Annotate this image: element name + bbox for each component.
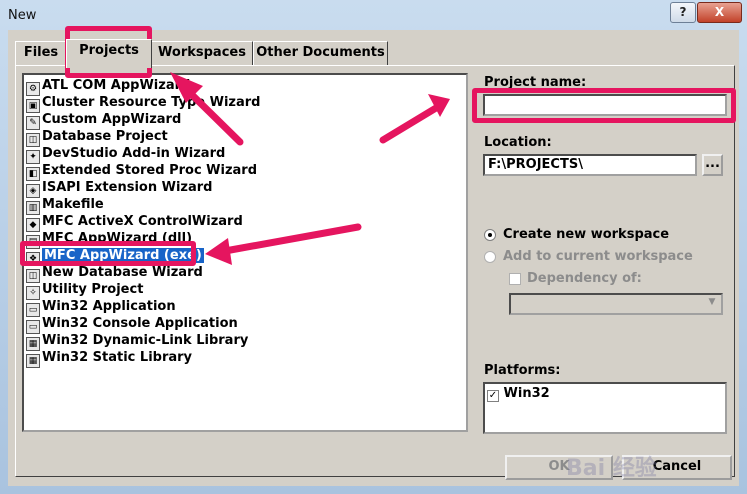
create-workspace-radio[interactable]	[484, 229, 496, 241]
dependency-select[interactable]: ▼	[509, 293, 723, 315]
browse-button[interactable]: ...	[702, 154, 723, 176]
list-item[interactable]: ◆ MFC ActiveX ControlWizard	[26, 213, 243, 232]
create-workspace-label: Create new workspace	[503, 227, 670, 242]
chevron-down-icon: ▼	[708, 297, 716, 307]
window-title: New	[8, 8, 37, 23]
list-item-label: Utility Project	[42, 282, 144, 297]
list-item-label: New Database Wizard	[42, 265, 203, 280]
list-item[interactable]: ▥ Makefile	[26, 196, 104, 215]
dependency-label: Dependency of:	[527, 271, 642, 286]
list-item-label: Win32 Static Library	[42, 350, 193, 365]
location-input[interactable]: F:\PROJECTS\	[483, 154, 697, 176]
project-name-highlight	[472, 88, 736, 123]
project-type-icon: ▦	[26, 354, 40, 368]
list-item[interactable]: ✎ Custom AppWizard	[26, 111, 182, 130]
list-item-label: ATL COM AppWizard	[42, 78, 191, 93]
list-item-label: DevStudio Add-in Wizard	[42, 146, 226, 161]
list-item[interactable]: ▭ Win32 Application	[26, 298, 176, 317]
list-item[interactable]: ▦ Win32 Dynamic-Link Library	[26, 332, 249, 351]
tab-projects[interactable]: Projects	[66, 39, 152, 68]
platforms-list[interactable]: ✓ Win32	[483, 382, 727, 434]
platforms-label: Platforms:	[484, 363, 561, 378]
list-item[interactable]: ▣ Cluster Resource Type Wizard	[26, 94, 261, 113]
location-label: Location:	[484, 135, 552, 150]
close-button[interactable]: X	[697, 2, 742, 23]
list-item-label: Extended Stored Proc Wizard	[42, 163, 258, 178]
tab-workspaces[interactable]: Workspaces	[151, 41, 253, 66]
list-item[interactable]: ✦ DevStudio Add-in Wizard	[26, 145, 226, 164]
add-workspace-radio[interactable]	[484, 251, 496, 263]
list-item[interactable]: ⚙ ATL COM AppWizard	[26, 77, 191, 96]
help-button[interactable]: ?	[670, 2, 696, 23]
platform-item: Win32	[503, 386, 550, 401]
list-item-label: Database Project	[42, 129, 168, 144]
list-item-label: Custom AppWizard	[42, 112, 182, 127]
tab-files[interactable]: Files	[15, 41, 67, 66]
list-item-label: Win32 Dynamic-Link Library	[42, 333, 249, 348]
list-item[interactable]: ▭ Win32 Console Application	[26, 315, 238, 334]
list-item[interactable]: ◧ Extended Stored Proc Wizard	[26, 162, 258, 181]
list-item-label: ISAPI Extension Wizard	[42, 180, 213, 195]
list-item-label: Win32 Application	[42, 299, 176, 314]
selected-item-highlight	[20, 241, 196, 266]
add-workspace-label: Add to current workspace	[503, 249, 693, 264]
list-item[interactable]: ◫ New Database Wizard	[26, 264, 203, 283]
list-item-label: Cluster Resource Type Wizard	[42, 95, 261, 110]
dependency-checkbox[interactable]	[509, 273, 521, 285]
platform-checkbox[interactable]: ✓	[487, 390, 499, 402]
list-item[interactable]: ✧ Utility Project	[26, 281, 144, 300]
list-item-label: Win32 Console Application	[42, 316, 238, 331]
list-item[interactable]: ◫ Database Project	[26, 128, 168, 147]
list-item-label: Makefile	[42, 197, 104, 212]
list-item-label: MFC ActiveX ControlWizard	[42, 214, 243, 229]
list-item[interactable]: ◈ ISAPI Extension Wizard	[26, 179, 213, 198]
tab-other-documents[interactable]: Other Documents	[253, 41, 388, 66]
watermark: Bai 经验	[566, 456, 657, 481]
list-item[interactable]: ▦ Win32 Static Library	[26, 349, 193, 368]
